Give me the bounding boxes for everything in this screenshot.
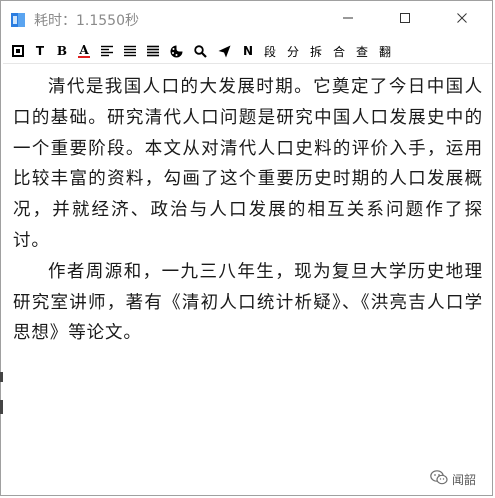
toolbar: T B A N 段 分 拆 合 查 翻 xyxy=(1,39,492,64)
n-label: N xyxy=(242,44,254,58)
text-t-label: T xyxy=(35,44,45,58)
watermark: 闻韶 xyxy=(430,470,476,489)
split-label: 分 xyxy=(286,44,299,59)
toolbar-divider xyxy=(3,63,492,64)
break-button[interactable]: 拆 xyxy=(309,43,323,59)
n-icon[interactable]: N xyxy=(241,43,255,59)
paragraph-2: 作者周源和，一九三八年生，现为复旦大学历史地理研究室讲师，著有《清初人口统计析疑… xyxy=(13,261,483,344)
bold-label: B xyxy=(56,44,68,58)
send-icon[interactable] xyxy=(217,43,231,59)
paragraph-button[interactable]: 段 xyxy=(263,43,277,59)
wechat-icon xyxy=(430,470,448,489)
window-title: 耗时：1.1550秒 xyxy=(34,13,139,29)
watermark-text: 闻韶 xyxy=(452,473,477,487)
bold-icon[interactable]: B xyxy=(55,43,69,59)
paragraph-label: 段 xyxy=(263,44,276,59)
translate-label: 翻 xyxy=(378,44,391,59)
text-t-icon[interactable]: T xyxy=(33,43,47,59)
split-button[interactable]: 分 xyxy=(286,43,300,59)
close-button[interactable] xyxy=(439,1,485,35)
app-icon xyxy=(11,12,25,27)
minimize-button[interactable] xyxy=(325,1,371,35)
check-button[interactable]: 查 xyxy=(355,43,369,59)
maximize-button[interactable] xyxy=(382,1,428,35)
check-label: 查 xyxy=(355,44,368,59)
maximize-icon xyxy=(399,9,411,28)
title-bar[interactable]: 耗时：1.1550秒 xyxy=(1,1,492,35)
merge-label: 合 xyxy=(332,44,345,59)
minimize-icon xyxy=(342,9,354,28)
align-left-icon[interactable] xyxy=(100,43,114,59)
search-icon[interactable] xyxy=(193,43,207,59)
background-page-edge xyxy=(0,360,8,480)
stop-icon[interactable] xyxy=(11,43,25,59)
font-color-label: A xyxy=(79,43,89,57)
paragraph-1: 清代是我国人口的大发展时期。它奠定了今日中国人口的基础。研究清代人口问题是研究中… xyxy=(13,77,483,251)
app-window: 耗时：1.1550秒 T B A N 段 分 拆 合 查 翻 清代是我国人口的大… xyxy=(0,0,493,496)
translate-button[interactable]: 翻 xyxy=(378,43,392,59)
align-center-icon[interactable] xyxy=(123,43,137,59)
align-justify-icon[interactable] xyxy=(146,43,160,59)
merge-button[interactable]: 合 xyxy=(332,43,346,59)
font-color-underline xyxy=(78,56,90,58)
close-icon xyxy=(456,9,468,28)
palette-icon[interactable] xyxy=(169,43,183,59)
text-content-area[interactable]: 清代是我国人口的大发展时期。它奠定了今日中国人口的基础。研究清代人口问题是研究中… xyxy=(13,65,488,485)
font-color-icon[interactable]: A xyxy=(77,43,91,59)
break-label: 拆 xyxy=(309,44,322,59)
